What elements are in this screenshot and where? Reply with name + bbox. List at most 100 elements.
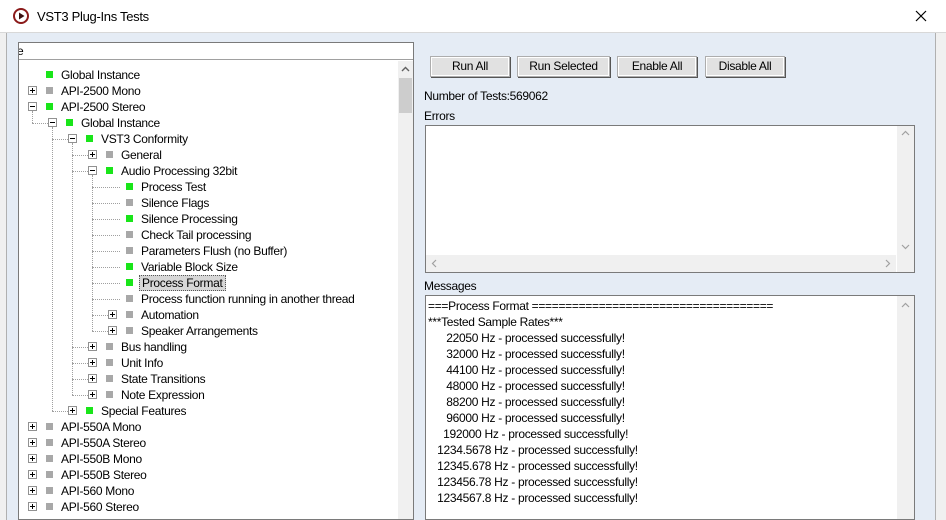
expand-icon[interactable]: [28, 486, 37, 495]
tree-node[interactable]: API-560 Stereo: [19, 499, 397, 515]
tree-scrollbar[interactable]: [398, 61, 413, 519]
tree-node[interactable]: Special Features: [19, 403, 397, 419]
expand-icon[interactable]: [28, 438, 37, 447]
errors-textbox[interactable]: [425, 125, 915, 273]
tree-node[interactable]: VST3 Conformity: [19, 131, 397, 147]
tree-node-label[interactable]: Automation: [139, 307, 201, 323]
run-all-button[interactable]: Run All: [430, 56, 510, 77]
expand-icon[interactable]: [108, 310, 117, 319]
tree-node[interactable]: Process Format: [19, 275, 397, 291]
tree-node[interactable]: Unit Info: [19, 355, 397, 371]
expand-icon[interactable]: [28, 422, 37, 431]
status-pass-indicator[interactable]: [126, 279, 133, 286]
tree-column-header[interactable]: e: [19, 43, 413, 60]
tree-node-label[interactable]: API-2500 Mono: [59, 83, 143, 99]
tree-node-label[interactable]: Note Expression: [119, 387, 207, 403]
tree-node-label[interactable]: Bus handling: [119, 339, 189, 355]
tree-node[interactable]: API-2500 Mono: [19, 83, 397, 99]
tree-node-label[interactable]: Speaker Arrangements: [139, 323, 260, 339]
tree-node[interactable]: API-2500 Stereo: [19, 99, 397, 115]
tree-node[interactable]: Silence Processing: [19, 211, 397, 227]
collapse-icon[interactable]: [28, 102, 37, 111]
tree-node[interactable]: General: [19, 147, 397, 163]
tree-node[interactable]: Parameters Flush (no Buffer): [19, 243, 397, 259]
scroll-up-button[interactable]: [398, 61, 413, 78]
tree-node-label[interactable]: API-550A Stereo: [59, 435, 148, 451]
tree-node-label[interactable]: API-550B Stereo: [59, 467, 149, 483]
tree-node-label[interactable]: Check Tail processing: [139, 227, 253, 243]
expand-icon[interactable]: [88, 358, 97, 367]
tree-node[interactable]: Silence Flags: [19, 195, 397, 211]
messages-vertical-scrollbar[interactable]: [897, 296, 914, 519]
status-none-indicator[interactable]: [106, 359, 113, 366]
close-button[interactable]: [906, 4, 936, 28]
status-pass-indicator[interactable]: [66, 119, 73, 126]
status-none-indicator[interactable]: [126, 247, 133, 254]
tree-node[interactable]: API-550B Stereo: [19, 467, 397, 483]
tree-node[interactable]: Audio Processing 32bit: [19, 163, 397, 179]
tree-node[interactable]: Global Instance: [19, 115, 397, 131]
tree-node-label[interactable]: General: [119, 147, 164, 163]
tree-node[interactable]: API-550A Mono: [19, 419, 397, 435]
tree-node-label[interactable]: Process Format: [139, 275, 226, 291]
tree-node-label[interactable]: Parameters Flush (no Buffer): [139, 243, 289, 259]
tree-node[interactable]: API-560 Mono: [19, 483, 397, 499]
expand-icon[interactable]: [28, 470, 37, 479]
expand-icon[interactable]: [68, 406, 77, 415]
expand-icon[interactable]: [28, 86, 37, 95]
status-none-indicator[interactable]: [46, 423, 53, 430]
tree-node-label[interactable]: Global Instance: [59, 67, 142, 83]
run-selected-button[interactable]: Run Selected: [517, 56, 610, 77]
messages-textbox[interactable]: ===Process Format ======================…: [425, 295, 915, 520]
expand-icon[interactable]: [88, 150, 97, 159]
tree-node[interactable]: Note Expression: [19, 387, 397, 403]
tree-node[interactable]: API-550A Stereo: [19, 435, 397, 451]
tree-node-label[interactable]: Audio Processing 32bit: [119, 163, 239, 179]
tree-node-label[interactable]: State Transitions: [119, 371, 207, 387]
status-pass-indicator[interactable]: [126, 215, 133, 222]
tree-node[interactable]: Automation: [19, 307, 397, 323]
status-none-indicator[interactable]: [126, 231, 133, 238]
tree-node-label[interactable]: Unit Info: [119, 355, 165, 371]
status-none-indicator[interactable]: [46, 87, 53, 94]
status-pass-indicator[interactable]: [126, 183, 133, 190]
disable-all-button[interactable]: Disable All: [705, 56, 785, 77]
tree-node-label[interactable]: Process Test: [139, 179, 208, 195]
status-none-indicator[interactable]: [46, 487, 53, 494]
tree-node-label[interactable]: Process function running in another thre…: [139, 291, 357, 307]
tree-node[interactable]: Bus handling: [19, 339, 397, 355]
status-none-indicator[interactable]: [106, 343, 113, 350]
collapse-icon[interactable]: [48, 118, 57, 127]
collapse-icon[interactable]: [68, 134, 77, 143]
tree-node-label[interactable]: API-560 Stereo: [59, 499, 141, 515]
status-none-indicator[interactable]: [126, 311, 133, 318]
tree-node[interactable]: State Transitions: [19, 371, 397, 387]
tree-node-label[interactable]: Special Features: [99, 403, 188, 419]
status-none-indicator[interactable]: [46, 471, 53, 478]
status-pass-indicator[interactable]: [46, 103, 53, 110]
tree-node-label[interactable]: Global Instance: [79, 115, 162, 131]
tree-node[interactable]: Variable Block Size: [19, 259, 397, 275]
errors-horizontal-scrollbar[interactable]: [426, 255, 896, 272]
status-pass-indicator[interactable]: [86, 135, 93, 142]
tree-node-label[interactable]: API-550A Mono: [59, 419, 143, 435]
status-none-indicator[interactable]: [46, 439, 53, 446]
expand-icon[interactable]: [108, 326, 117, 335]
tree-node[interactable]: Speaker Arrangements: [19, 323, 397, 339]
status-none-indicator[interactable]: [126, 199, 133, 206]
tree-node-label[interactable]: Silence Flags: [139, 195, 211, 211]
tree-node-label[interactable]: Variable Block Size: [139, 259, 240, 275]
tree-node-label[interactable]: API-550B Mono: [59, 451, 144, 467]
status-none-indicator[interactable]: [126, 295, 133, 302]
test-tree[interactable]: Global Instance API-2500 Mono API-2500 Ste…: [19, 61, 397, 519]
status-none-indicator[interactable]: [46, 503, 53, 510]
expand-icon[interactable]: [28, 454, 37, 463]
tree-node-label[interactable]: API-2500 Stereo: [59, 99, 147, 115]
tree-node[interactable]: API-550B Mono: [19, 451, 397, 467]
expand-icon[interactable]: [88, 374, 97, 383]
scroll-thumb[interactable]: [399, 78, 412, 113]
tree-node-label[interactable]: API-560 Mono: [59, 483, 136, 499]
collapse-icon[interactable]: [88, 166, 97, 175]
status-pass-indicator[interactable]: [126, 263, 133, 270]
status-none-indicator[interactable]: [106, 375, 113, 382]
